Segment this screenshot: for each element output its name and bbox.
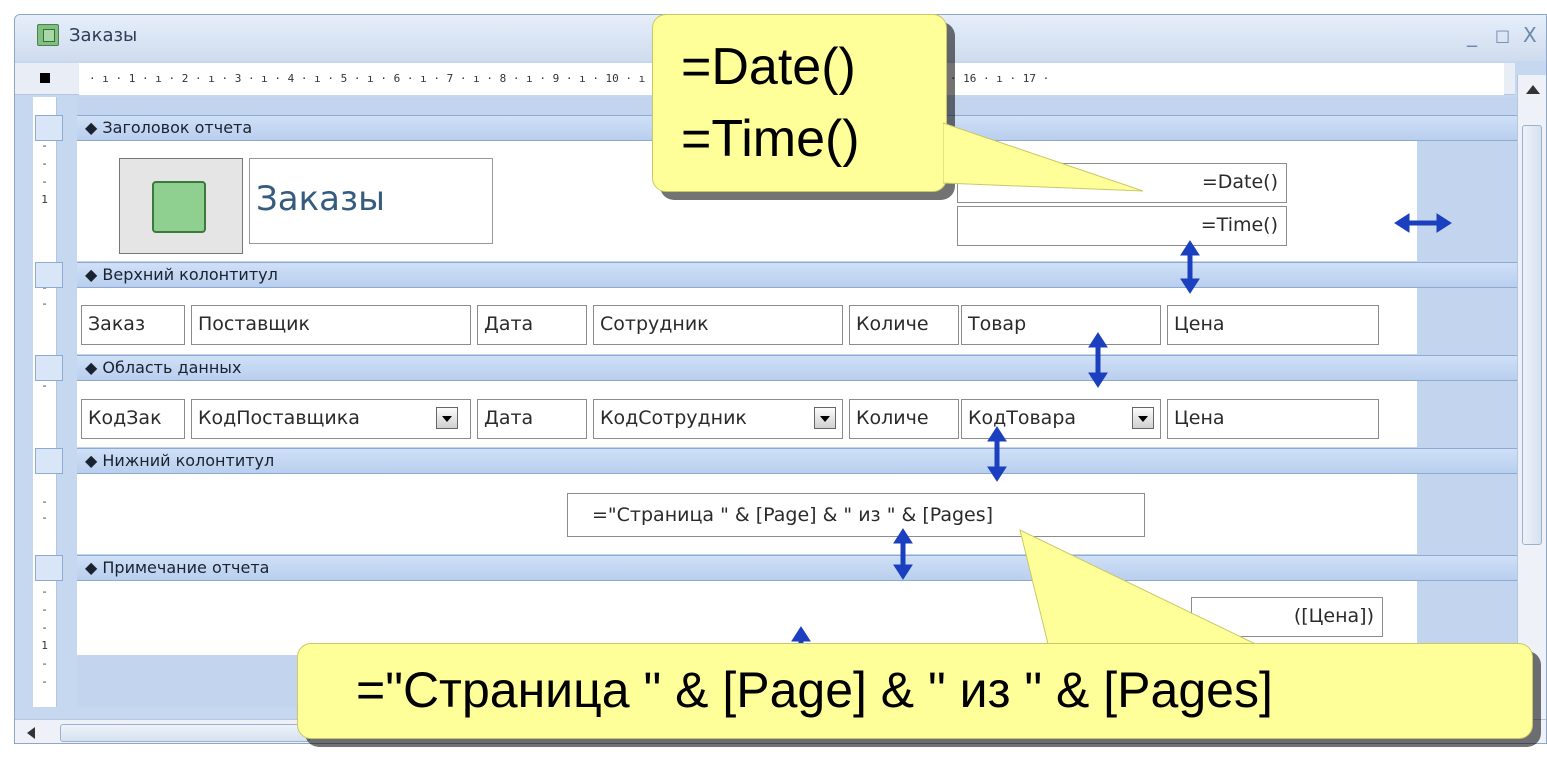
callout-line-date: =Date(): [681, 38, 856, 96]
vertical-resize-arrow-icon: [893, 528, 913, 580]
callout-page-expression: ="Страница " & [Page] & " из " & [Pages]: [297, 643, 1533, 739]
horizontal-resize-arrow-icon: [1394, 213, 1452, 233]
callout-pointer: [1019, 529, 1273, 653]
scroll-left-icon[interactable]: [27, 727, 35, 739]
vertical-resize-arrow-icon: [987, 426, 1007, 482]
callout-page-text: ="Страница " & [Page] & " из " & [Pages]: [356, 662, 1273, 718]
callout-date-time: =Date() =Time(): [652, 14, 1144, 192]
horizontal-scroll-thumb[interactable]: [60, 724, 310, 742]
scroll-up-icon[interactable]: [1526, 85, 1540, 94]
callout-line-time: =Time(): [681, 110, 860, 168]
callout-pointer: [943, 122, 1144, 192]
vertical-scroll-thumb[interactable]: [1522, 125, 1542, 545]
vertical-resize-arrow-icon: [1180, 240, 1200, 294]
vertical-resize-arrow-icon: [1088, 332, 1108, 388]
